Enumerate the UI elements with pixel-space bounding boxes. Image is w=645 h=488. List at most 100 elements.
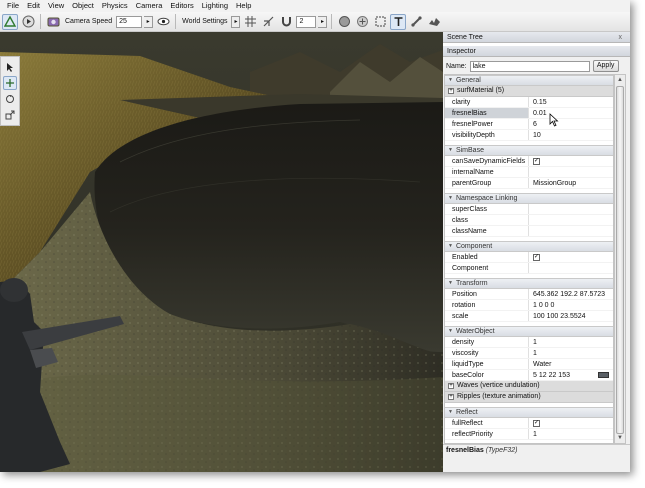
property-value[interactable]: 6 (529, 119, 613, 129)
name-input[interactable]: lake (469, 60, 590, 72)
property-value[interactable]: 1 0 0 0 (529, 300, 613, 310)
rotate-icon[interactable] (3, 92, 17, 106)
apply-button[interactable]: Apply (592, 60, 619, 72)
inspector-scrollbar[interactable]: ▲ ▼ (614, 74, 626, 444)
property-row[interactable]: Position 645.362 192.2 87.5723 (445, 289, 613, 300)
select-icon[interactable] (372, 14, 388, 30)
group-waterobject-header[interactable]: ▼ WaterObject (445, 326, 613, 337)
property-value[interactable]: 5 12 22 153 (529, 370, 613, 380)
property-row[interactable]: clarity 0.15 (445, 97, 613, 108)
add-icon[interactable] (354, 14, 370, 30)
property-row-selected[interactable]: fresnelBias 0.01 (445, 108, 613, 119)
property-row[interactable]: Component (445, 263, 613, 274)
property-value[interactable]: 10 (529, 130, 613, 140)
property-row[interactable]: reflectPriority 1 (445, 429, 613, 440)
property-row[interactable]: viscosity 1 (445, 348, 613, 359)
property-value[interactable] (529, 167, 613, 177)
property-value[interactable]: MissionGroup (529, 178, 613, 188)
camera-icon[interactable] (45, 14, 61, 30)
property-row[interactable]: visibilityDepth 10 (445, 130, 613, 141)
menu-view[interactable]: View (44, 0, 68, 12)
move-icon[interactable] (3, 76, 17, 90)
property-row[interactable]: Enabled ✓ (445, 252, 613, 263)
camera-speed-arrow-icon[interactable]: ▸ (144, 15, 154, 28)
camera-speed-input[interactable]: 25 (116, 15, 143, 28)
menu-lighting[interactable]: Lighting (198, 0, 232, 12)
arrow-select-icon[interactable] (3, 60, 17, 74)
3d-viewport[interactable] (0, 32, 443, 472)
ripples-subgroup-header[interactable]: + Ripples (texture animation) (445, 392, 613, 403)
menu-camera[interactable]: Camera (132, 0, 167, 12)
checkbox-checked-icon[interactable]: ✓ (533, 157, 540, 165)
group-reflect-header[interactable]: ▼ Reflect (445, 407, 613, 418)
group-simbase-header[interactable]: ▼ SimBase (445, 145, 613, 156)
menu-object[interactable]: Object (68, 0, 98, 12)
snap-icon[interactable] (260, 14, 276, 30)
property-value[interactable]: 1 (529, 429, 613, 439)
property-row[interactable]: baseColor 5 12 22 153 (445, 370, 613, 381)
group-transform-header[interactable]: ▼ Transform (445, 278, 613, 289)
property-row[interactable]: class (445, 215, 613, 226)
property-row[interactable]: liquidType Water (445, 359, 613, 370)
world-settings-label[interactable]: World Settings (180, 18, 229, 25)
property-value[interactable]: 645.362 192.2 87.5723 (529, 289, 613, 299)
property-value[interactable]: ✓ (529, 418, 613, 428)
bone-icon[interactable] (408, 14, 424, 30)
property-value[interactable]: Water (529, 359, 613, 369)
property-value[interactable] (529, 263, 613, 273)
menu-edit[interactable]: Edit (23, 0, 44, 12)
property-row[interactable]: rotation 1 0 0 0 (445, 300, 613, 311)
checkbox-checked-icon[interactable]: ✓ (533, 419, 540, 427)
property-value[interactable]: 0.01 (529, 108, 613, 118)
property-value[interactable] (529, 215, 613, 225)
close-icon[interactable]: x (619, 32, 623, 43)
expand-icon[interactable]: + (448, 88, 454, 94)
property-row[interactable]: className (445, 226, 613, 237)
property-value[interactable] (529, 204, 613, 214)
play-icon[interactable] (20, 14, 36, 30)
eye-icon[interactable] (155, 14, 171, 30)
property-row[interactable]: density 1 (445, 337, 613, 348)
grid-icon[interactable] (242, 14, 258, 30)
property-row[interactable]: superClass (445, 204, 613, 215)
base-color-value[interactable]: 5 12 22 153 (533, 370, 570, 380)
property-row[interactable]: scale 100 100 23.5524 (445, 311, 613, 322)
property-row[interactable]: fullReflect ✓ (445, 418, 613, 429)
expand-icon[interactable]: + (448, 394, 454, 400)
magnet-icon[interactable] (278, 14, 294, 30)
property-value[interactable]: ✓ (529, 156, 613, 166)
group-general-header[interactable]: ▼ General (445, 75, 613, 86)
property-row[interactable]: parentGroup MissionGroup (445, 178, 613, 189)
world-settings-arrow-icon[interactable]: ▸ (231, 15, 241, 28)
property-row[interactable]: fresnelPower 6 (445, 119, 613, 130)
checkbox-checked-icon[interactable]: ✓ (533, 253, 540, 261)
menu-file[interactable]: File (3, 0, 23, 12)
menu-editors[interactable]: Editors (166, 0, 197, 12)
property-value[interactable]: 100 100 23.5524 (529, 311, 613, 321)
world-editor-icon[interactable] (2, 13, 18, 30)
scale-icon[interactable] (3, 108, 17, 122)
scroll-up-icon[interactable]: ▲ (615, 75, 625, 85)
property-value[interactable] (529, 226, 613, 236)
property-row[interactable]: internalName (445, 167, 613, 178)
grid-size-arrow-icon[interactable]: ▸ (318, 15, 328, 28)
property-row[interactable]: canSaveDynamicFields ✓ (445, 156, 613, 167)
property-value[interactable]: 1 (529, 348, 613, 358)
menu-physics[interactable]: Physics (98, 0, 132, 12)
scene-tree-header[interactable]: Scene Tree x (443, 32, 630, 43)
text-icon[interactable] (390, 13, 407, 30)
surf-material-header[interactable]: + surfMaterial (5) (445, 86, 613, 97)
scroll-down-icon[interactable]: ▼ (615, 433, 625, 443)
waves-subgroup-header[interactable]: + Waves (vertice undulation) (445, 381, 613, 392)
menu-help[interactable]: Help (232, 0, 255, 12)
grid-size-input[interactable]: 2 (296, 15, 317, 28)
property-value[interactable]: ✓ (529, 252, 613, 262)
expand-icon[interactable]: + (448, 383, 454, 389)
property-value[interactable]: 0.15 (529, 97, 613, 107)
property-value[interactable]: 1 (529, 337, 613, 347)
dragon-icon[interactable] (426, 14, 442, 30)
group-namespace-header[interactable]: ▼ Namespace Linking (445, 193, 613, 204)
scroll-thumb[interactable] (616, 86, 624, 434)
group-component-header[interactable]: ▼ Component (445, 241, 613, 252)
color-swatch[interactable] (598, 372, 609, 378)
